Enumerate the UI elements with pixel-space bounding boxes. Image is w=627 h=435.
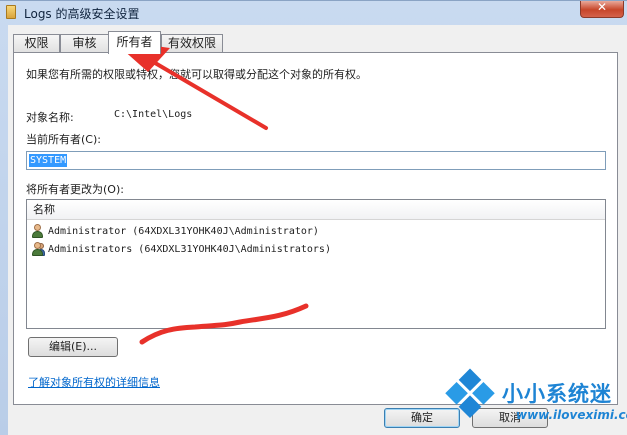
user-icon <box>31 224 45 238</box>
watermark-title: 小小系统迷 <box>502 382 612 406</box>
title-bar[interactable]: Logs 的高级安全设置 ✕ <box>0 0 627 25</box>
tab-owner[interactable]: 所有者 <box>108 31 161 54</box>
tab-permissions[interactable]: 权限 <box>13 34 60 53</box>
close-button[interactable]: ✕ <box>580 0 624 18</box>
learn-more-link[interactable]: 了解对象所有权的详细信息 <box>28 374 160 390</box>
edit-button[interactable]: 编辑(E)... <box>28 337 118 357</box>
close-icon: ✕ <box>596 0 608 14</box>
owner-name: Administrator (64XDXL31YOHK40J\Administr… <box>48 226 319 237</box>
list-header-name[interactable]: 名称 <box>27 200 605 220</box>
logo-diamond-icon <box>445 368 496 420</box>
object-name-label: 对象名称: <box>26 111 74 124</box>
owner-tab-panel: 如果您有所需的权限或特权，您就可以取得或分配这个对象的所有权。 对象名称: C:… <box>13 52 618 405</box>
security-settings-window: Logs 的高级安全设置 ✕ 权限 审核 所有者 有效权限 如果您有所需的权限或… <box>0 0 627 435</box>
owner-description: 如果您有所需的权限或特权，您就可以取得或分配这个对象的所有权。 <box>26 68 367 81</box>
group-icon <box>31 242 45 256</box>
change-owner-label: 将所有者更改为(O): <box>26 183 124 196</box>
list-item[interactable]: Administrators (64XDXL31YOHK40J\Administ… <box>31 241 601 259</box>
list-item[interactable]: Administrator (64XDXL31YOHK40J\Administr… <box>31 223 601 241</box>
tab-auditing[interactable]: 审核 <box>60 34 109 53</box>
current-owner-value: SYSTEM <box>29 154 68 167</box>
owner-list[interactable]: 名称 Administrator (64XDXL31YOHK40J\Admini… <box>26 199 606 329</box>
owner-name: Administrators (64XDXL31YOHK40J\Administ… <box>48 244 331 255</box>
window-title: Logs 的高级安全设置 <box>24 7 140 21</box>
tab-effective-permissions[interactable]: 有效权限 <box>161 34 223 53</box>
object-name-value: C:\Intel\Logs <box>114 109 193 120</box>
watermark-url: www.iloveximi.com <box>516 408 627 422</box>
current-owner-label: 当前所有者(C): <box>26 133 101 146</box>
watermark-logo: 小小系统迷 www.iloveximi.com <box>445 368 627 435</box>
current-owner-field[interactable]: SYSTEM <box>26 151 606 170</box>
folder-icon <box>6 5 16 19</box>
